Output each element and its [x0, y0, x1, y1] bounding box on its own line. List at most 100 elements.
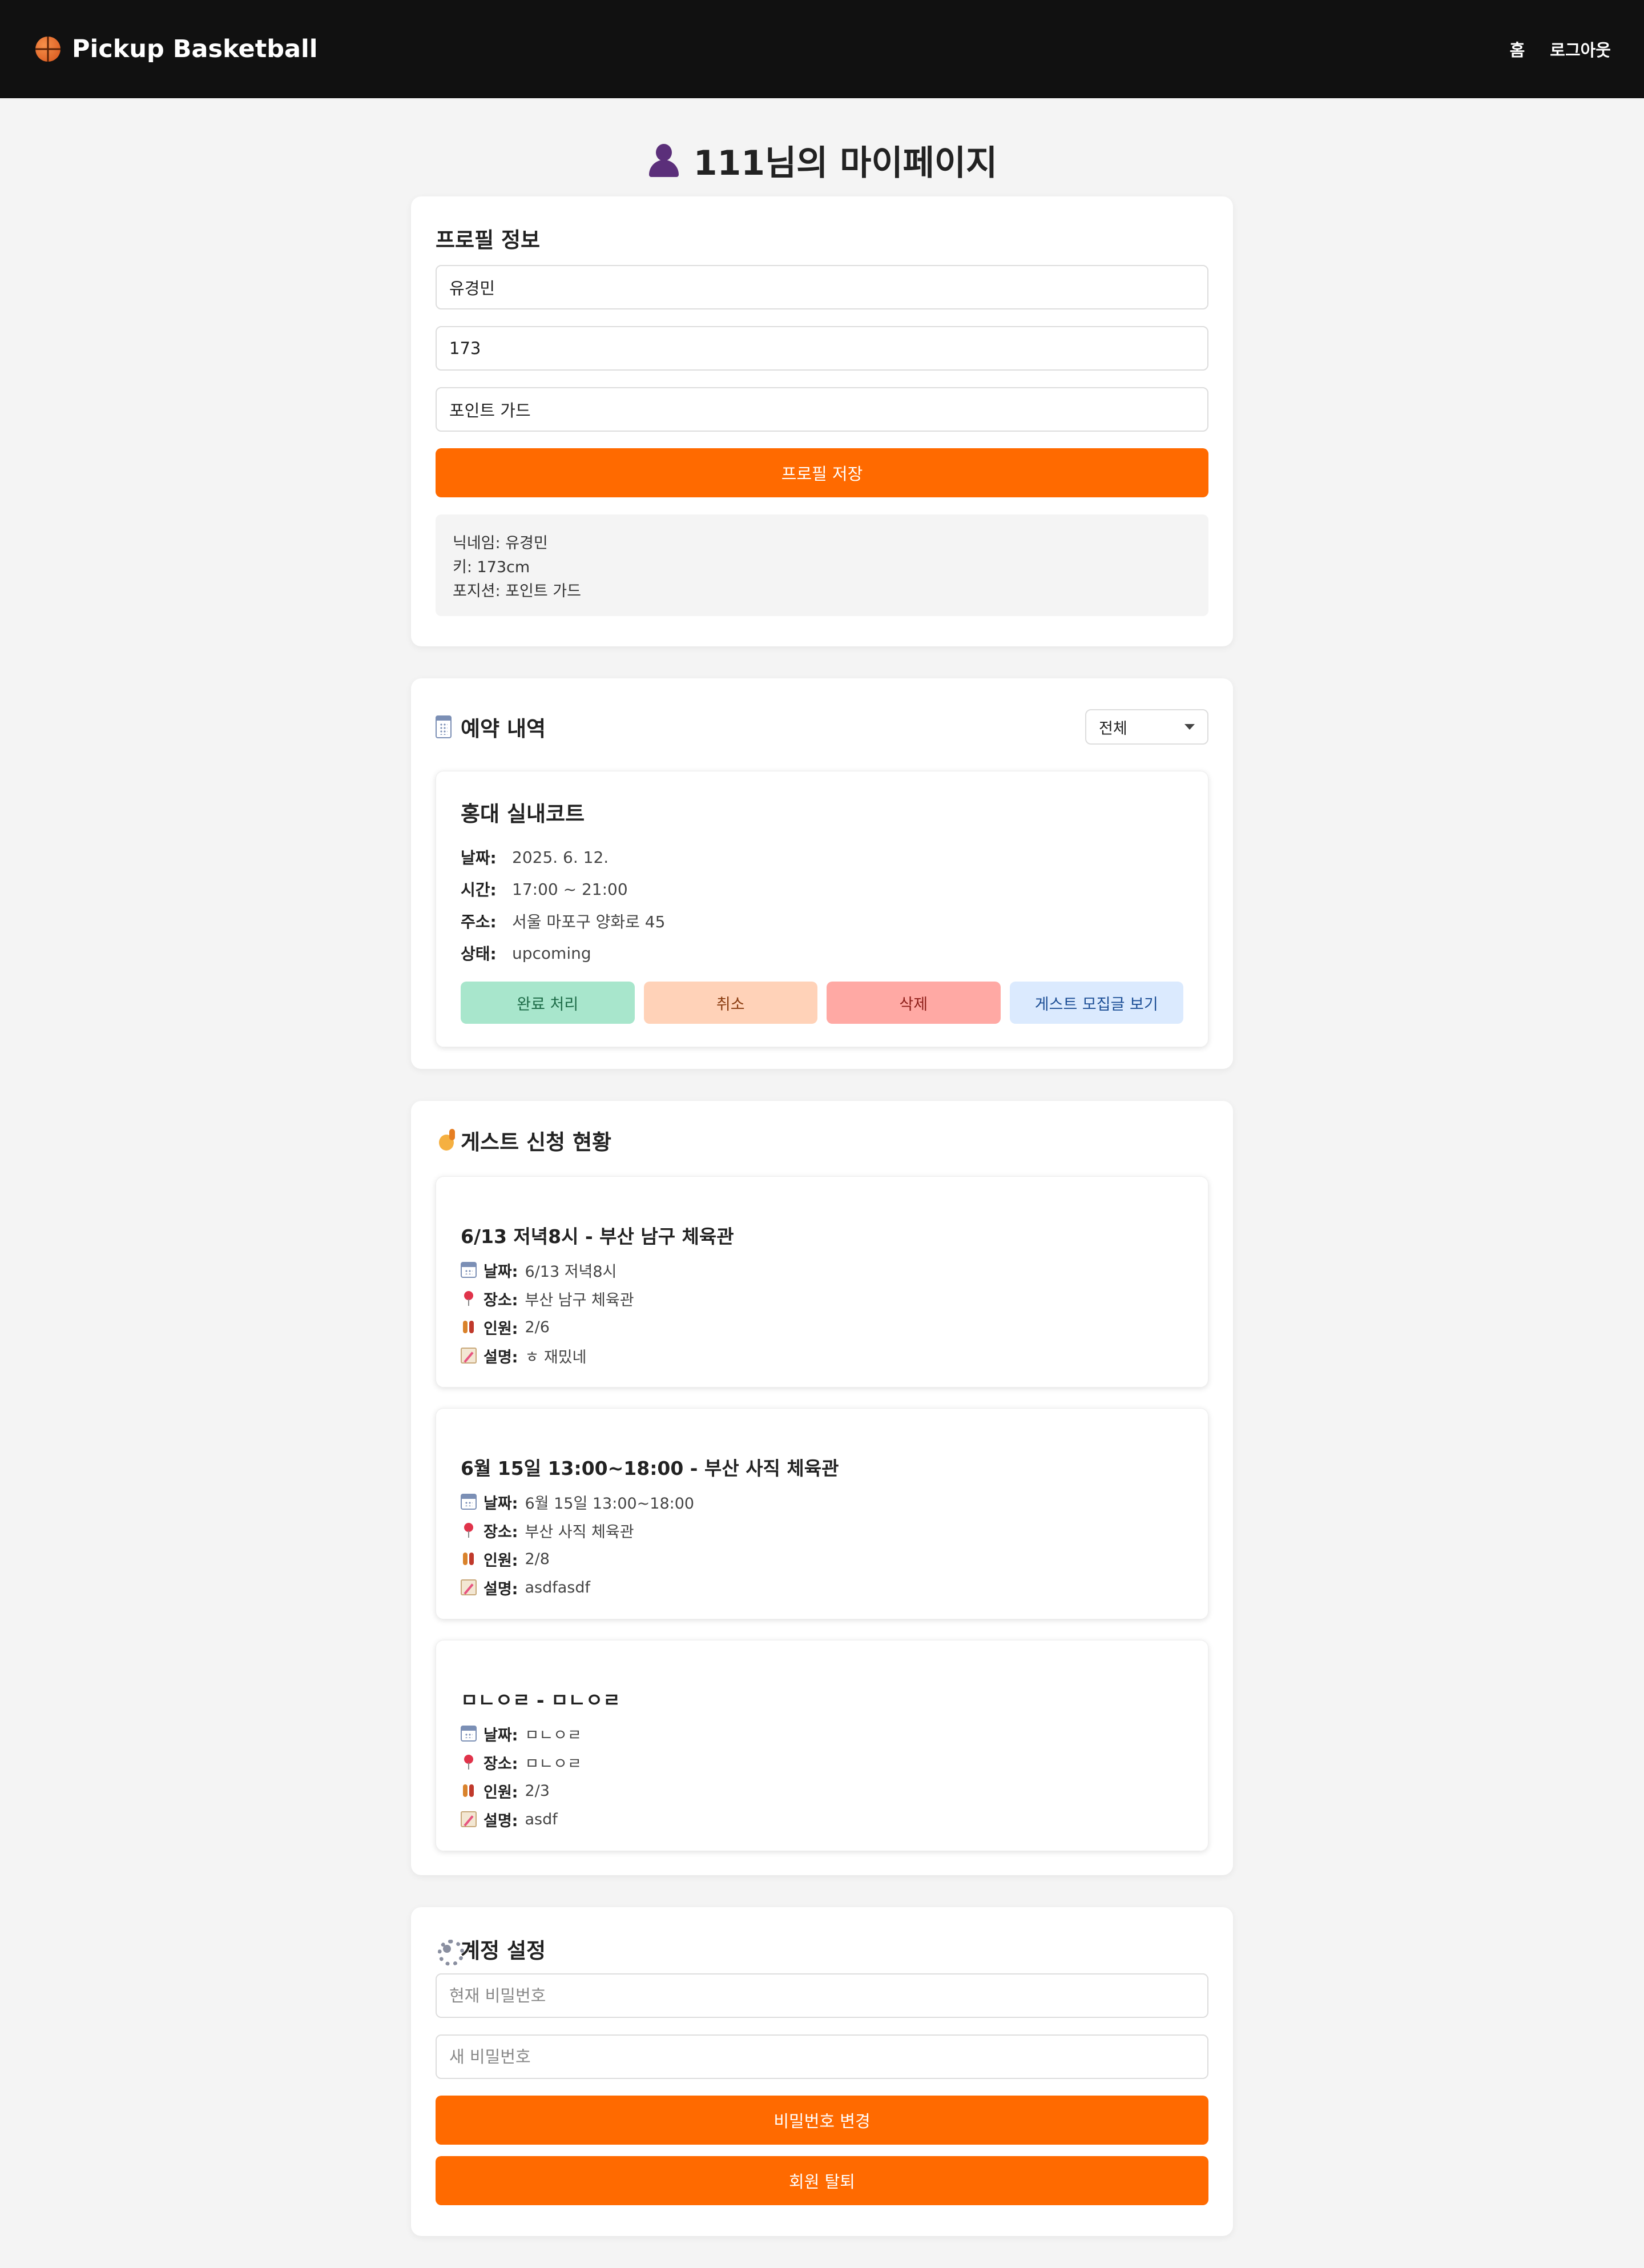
summary-nickname: 닉네임: 유경민: [453, 534, 548, 552]
guest-people: 2/3: [525, 1782, 550, 1800]
reservation-date: 2025. 6. 12.: [512, 847, 609, 867]
profile-heading: 프로필 정보: [436, 228, 541, 252]
calendar-icon: [461, 1494, 477, 1510]
chevron-down-icon: [1184, 724, 1195, 730]
guest-date: 6월 15일 13:00~18:00: [525, 1494, 695, 1513]
reservation-time: 17:00 ~ 21:00: [512, 879, 628, 899]
guest-people-row: 인원: 2/3: [461, 1776, 1183, 1805]
complete-button[interactable]: 완료 처리: [461, 982, 635, 1024]
guest-place-row: 장소: ㅁㄴㅇㄹ: [461, 1748, 1183, 1776]
account-settings-card: 계정 설정 비밀번호 변경 회원 탈퇴: [411, 1907, 1233, 2236]
person-icon: [647, 143, 681, 177]
people-icon: [461, 1319, 477, 1335]
account-heading: 계정 설정: [461, 1939, 546, 1963]
guest-date-label: 날짜:: [483, 1262, 518, 1281]
withdraw-button[interactable]: 회원 탈퇴: [436, 2156, 1208, 2205]
page-title: 111님의 마이페이지: [693, 143, 998, 183]
nav-logout-link[interactable]: 로그아웃: [1550, 37, 1611, 61]
cancel-button[interactable]: 취소: [643, 982, 817, 1024]
guest-date-label: 날짜:: [483, 1494, 518, 1513]
profile-card: 프로필 정보 프로필 저장 닉네임: 유경민 키: 173cm 포지션: 포인트…: [411, 196, 1233, 646]
reservations-card: 예약 내역 전체 홍대 실내코트 날짜: 2025. 6. 12. 시간: 17…: [411, 678, 1233, 1069]
page-title-row: 111님의 마이페이지: [0, 136, 1644, 184]
reservations-header: 예약 내역 전체: [436, 709, 1208, 745]
guest-desc-row: 설명: asdf: [461, 1805, 1183, 1833]
guest-people-label: 인원:: [483, 1783, 518, 1801]
summary-position: 포지션: 포인트 가드: [453, 582, 581, 600]
guest-place: 부산 남구 체육관: [525, 1291, 634, 1309]
change-password-button[interactable]: 비밀번호 변경: [436, 2096, 1208, 2145]
reservation-time-row: 시간: 17:00 ~ 21:00: [461, 873, 1183, 905]
guest-application-item[interactable]: ㅁㄴㅇㄹ - ㅁㄴㅇㄹ 날짜: ㅁㄴㅇㄹ 장소: ㅁㄴㅇㄹ 인원: 2/3 설명…: [436, 1640, 1208, 1851]
guest-place-label: 장소:: [483, 1291, 518, 1309]
account-heading-row: 계정 설정: [436, 1935, 1208, 1966]
guest-application-item[interactable]: 6월 15일 13:00~18:00 - 부산 사직 체육관 날짜: 6월 15…: [436, 1408, 1208, 1619]
reservation-actions: 완료 처리 취소 삭제 게스트 모집글 보기: [461, 982, 1183, 1024]
guest-place-label: 장소:: [483, 1523, 518, 1541]
guest-heading: 게스트 신청 현황: [461, 1130, 612, 1155]
guest-people-label: 인원:: [483, 1320, 518, 1338]
reservations-heading: 예약 내역: [461, 717, 546, 741]
guest-heading-row: 게스트 신청 현황: [436, 1126, 1208, 1155]
guest-desc-label: 설명:: [483, 1348, 518, 1366]
memo-icon: [461, 1811, 477, 1827]
guest-date-label: 날짜:: [483, 1726, 518, 1744]
profile-summary: 닉네임: 유경민 키: 173cm 포지션: 포인트 가드: [436, 514, 1208, 616]
guest-date-row: 날짜: 6월 15일 13:00~18:00: [461, 1487, 1183, 1516]
pin-icon: [461, 1754, 477, 1770]
reservation-filter-value: 전체: [1099, 719, 1127, 738]
reservation-address: 서울 마포구 양화로 45: [512, 912, 666, 931]
top-navbar: Pickup Basketball 홈 로그아웃: [0, 0, 1644, 98]
guest-desc: ㅎ 재밌네: [525, 1348, 587, 1366]
calendar-icon: [436, 715, 452, 738]
calendar-icon: [461, 1726, 477, 1742]
guest-people: 2/8: [525, 1550, 550, 1568]
guest-place: ㅁㄴㅇㄹ: [525, 1755, 582, 1773]
memo-icon: [461, 1348, 477, 1364]
guest-applications-card: 게스트 신청 현황 6/13 저녁8시 - 부산 남구 체육관 날짜: 6/13…: [411, 1101, 1233, 1875]
top-nav: 홈 로그아웃: [1510, 37, 1611, 61]
reservation-filter-select[interactable]: 전체: [1085, 709, 1208, 745]
position-field[interactable]: [436, 387, 1208, 432]
people-icon: [461, 1551, 477, 1567]
pin-icon: [461, 1522, 477, 1538]
pin-icon: [461, 1290, 477, 1306]
view-guest-post-button[interactable]: 게스트 모집글 보기: [1009, 982, 1183, 1024]
reservation-time-label: 시간:: [461, 880, 497, 899]
calendar-icon: [461, 1262, 477, 1278]
memo-icon: [461, 1579, 477, 1595]
reservation-address-row: 주소: 서울 마포구 양화로 45: [461, 905, 1183, 937]
guest-people: 2/6: [525, 1318, 550, 1336]
brand[interactable]: Pickup Basketball: [35, 35, 318, 63]
new-password-field[interactable]: [436, 2034, 1208, 2079]
nav-home-link[interactable]: 홈: [1510, 37, 1525, 61]
guest-desc-row: 설명: asdfasdf: [461, 1573, 1183, 1602]
guest-date: ㅁㄴㅇㄹ: [525, 1726, 582, 1744]
reservation-status-row: 상태: upcoming: [461, 937, 1183, 969]
guest-item-title: ㅁㄴㅇㄹ - ㅁㄴㅇㄹ: [461, 1689, 620, 1711]
reservation-status-label: 상태:: [461, 944, 497, 963]
nickname-field[interactable]: [436, 265, 1208, 309]
summary-height: 키: 173cm: [453, 558, 530, 576]
reservation-date-row: 날짜: 2025. 6. 12.: [461, 841, 1183, 873]
guest-place: 부산 사직 체육관: [525, 1523, 634, 1541]
guest-place-label: 장소:: [483, 1755, 518, 1773]
guest-item-title: 6월 15일 13:00~18:00 - 부산 사직 체육관: [461, 1457, 839, 1479]
reservation-date-label: 날짜:: [461, 849, 497, 867]
guest-people-row: 인원: 2/6: [461, 1313, 1183, 1341]
reservation-item: 홍대 실내코트 날짜: 2025. 6. 12. 시간: 17:00 ~ 21:…: [436, 771, 1208, 1047]
delete-button[interactable]: 삭제: [827, 982, 1001, 1024]
save-profile-button[interactable]: 프로필 저장: [436, 448, 1208, 497]
reservation-court-name: 홍대 실내코트: [461, 802, 585, 826]
brand-title[interactable]: Pickup Basketball: [72, 35, 318, 63]
reservations-heading-row: 예약 내역: [436, 711, 546, 742]
guest-desc-label: 설명:: [483, 1580, 518, 1598]
guest-place-row: 장소: 부산 남구 체육관: [461, 1284, 1183, 1313]
raising-hand-icon: [436, 1129, 455, 1152]
height-field[interactable]: [436, 326, 1208, 371]
guest-desc: asdf: [525, 1810, 558, 1828]
reservation-address-label: 주소:: [461, 912, 497, 931]
guest-application-item[interactable]: 6/13 저녁8시 - 부산 남구 체육관 날짜: 6/13 저녁8시 장소: …: [436, 1176, 1208, 1388]
current-password-field[interactable]: [436, 1973, 1208, 2018]
guest-desc-label: 설명:: [483, 1812, 518, 1830]
